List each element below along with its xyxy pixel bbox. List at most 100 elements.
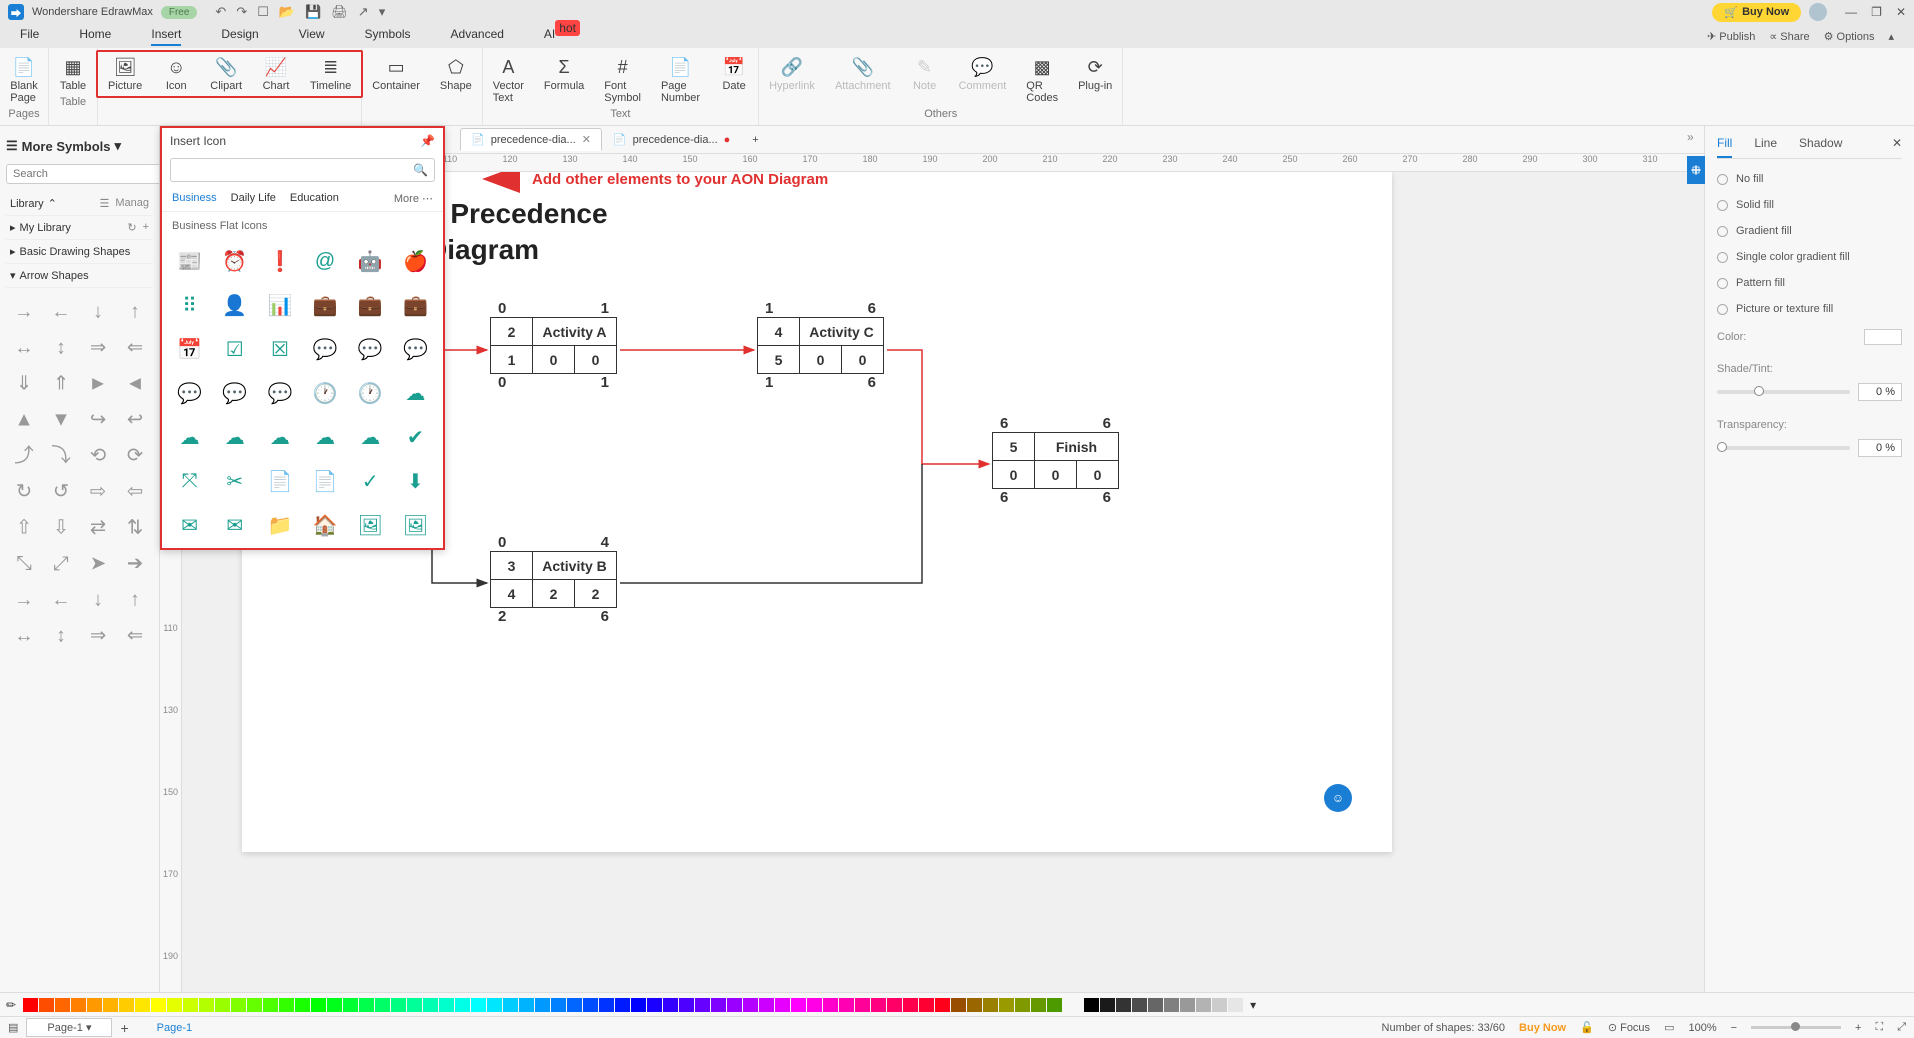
- close-icon[interactable]: ✕: [1896, 5, 1906, 19]
- menu-view[interactable]: View: [299, 27, 325, 46]
- zoom-in-icon[interactable]: +: [1855, 1022, 1861, 1034]
- font-button[interactable]: #FontSymbol: [594, 52, 651, 108]
- color-swatch[interactable]: [1015, 998, 1030, 1012]
- export-icon[interactable]: ↗: [358, 4, 369, 20]
- add-page-button[interactable]: +: [120, 1020, 128, 1036]
- arrow-shape-18[interactable]: ⟲: [81, 438, 116, 472]
- business-icon-12[interactable]: 📅: [168, 328, 211, 370]
- fill-option-single-color-gradient-fill[interactable]: Single color gradient fill: [1717, 251, 1902, 263]
- business-icon-17[interactable]: 💬: [394, 328, 437, 370]
- color-swatch[interactable]: [1864, 329, 1902, 345]
- user-avatar[interactable]: [1809, 3, 1827, 21]
- color-swatch[interactable]: [151, 998, 166, 1012]
- arrow-shape-29[interactable]: ⤢: [43, 546, 78, 580]
- icon-tab-daily-life[interactable]: Daily Life: [231, 192, 276, 205]
- clipart-button[interactable]: 📎Clipart: [200, 52, 252, 96]
- color-swatch[interactable]: [583, 998, 598, 1012]
- color-swatch[interactable]: [519, 998, 534, 1012]
- color-swatch[interactable]: [103, 998, 118, 1012]
- gray-swatch[interactable]: [1180, 998, 1195, 1012]
- options-button[interactable]: ⚙ Options: [1824, 30, 1875, 43]
- business-icon-37[interactable]: ✉: [213, 504, 256, 546]
- picture-button[interactable]: 🖼Picture: [98, 52, 152, 96]
- color-swatch[interactable]: [839, 998, 854, 1012]
- business-icon-8[interactable]: 📊: [258, 284, 301, 326]
- business-icon-30[interactable]: ⤧: [168, 460, 211, 502]
- arrow-shape-9[interactable]: ⇑: [43, 366, 78, 400]
- business-icon-32[interactable]: 📄: [258, 460, 301, 502]
- color-swatch[interactable]: [55, 998, 70, 1012]
- business-icon-2[interactable]: ❗: [258, 240, 301, 282]
- menu-insert[interactable]: Insert: [151, 27, 181, 46]
- vector-button[interactable]: AVectorText: [483, 52, 534, 108]
- minimize-icon[interactable]: —: [1845, 5, 1857, 19]
- icon-search-input[interactable]: [177, 164, 413, 176]
- color-swatch[interactable]: [759, 998, 774, 1012]
- menu-ai[interactable]: AIhot: [544, 27, 580, 46]
- menu-symbols[interactable]: Symbols: [365, 27, 411, 46]
- zoom-slider[interactable]: [1751, 1026, 1841, 1029]
- gray-swatch[interactable]: [1084, 998, 1099, 1012]
- fill-tab[interactable]: Fill: [1717, 136, 1732, 158]
- more-colors-icon[interactable]: ▾: [1250, 998, 1256, 1012]
- business-icon-26[interactable]: ☁: [258, 416, 301, 458]
- color-swatch[interactable]: [727, 998, 742, 1012]
- business-icon-24[interactable]: ☁: [168, 416, 211, 458]
- color-swatch[interactable]: [1047, 998, 1062, 1012]
- fill-option-solid-fill[interactable]: Solid fill: [1717, 199, 1902, 211]
- shape-button[interactable]: ⬠Shape: [430, 52, 482, 96]
- arrow-shape-35[interactable]: ↑: [118, 582, 153, 616]
- new-window-icon[interactable]: ☐: [257, 4, 269, 20]
- business-icon-21[interactable]: 🕐: [304, 372, 347, 414]
- basic-shapes-section[interactable]: Basic Drawing Shapes: [20, 246, 131, 258]
- search-icon[interactable]: 🔍: [413, 163, 428, 177]
- business-icon-16[interactable]: 💬: [349, 328, 392, 370]
- collapse-panel-icon[interactable]: »: [1687, 130, 1694, 144]
- shadow-tab[interactable]: Shadow: [1799, 136, 1842, 158]
- arrow-shape-15[interactable]: ↩: [118, 402, 153, 436]
- color-swatch[interactable]: [487, 998, 502, 1012]
- hyperlink-button[interactable]: 🔗Hyperlink: [759, 52, 825, 108]
- business-icon-28[interactable]: ☁: [349, 416, 392, 458]
- arrow-shape-0[interactable]: →: [6, 294, 41, 328]
- arrow-shape-27[interactable]: ⇅: [118, 510, 153, 544]
- business-icon-31[interactable]: ✂: [213, 460, 256, 502]
- business-icon-6[interactable]: ⠿: [168, 284, 211, 326]
- gray-swatch[interactable]: [1196, 998, 1211, 1012]
- business-icon-0[interactable]: 📰: [168, 240, 211, 282]
- fill-option-picture-or-texture-fill[interactable]: Picture or texture fill: [1717, 303, 1902, 315]
- share-button[interactable]: ∝ Share: [1769, 30, 1809, 43]
- color-swatch[interactable]: [167, 998, 182, 1012]
- icon-tab-education[interactable]: Education: [290, 192, 339, 205]
- color-swatch[interactable]: [711, 998, 726, 1012]
- buy-now-button[interactable]: 🛒 Buy Now: [1712, 3, 1801, 22]
- eyedropper-icon[interactable]: ✏: [6, 998, 16, 1012]
- color-swatch[interactable]: [375, 998, 390, 1012]
- color-swatch[interactable]: [951, 998, 966, 1012]
- color-swatch[interactable]: [247, 998, 262, 1012]
- publish-button[interactable]: ✈ Publish: [1707, 30, 1755, 43]
- color-swatch[interactable]: [327, 998, 342, 1012]
- arrow-shape-10[interactable]: ►: [81, 366, 116, 400]
- arrow-shape-4[interactable]: ↔: [6, 330, 41, 364]
- page-tab-1[interactable]: Page-1: [137, 1020, 212, 1036]
- timeline-button[interactable]: ≣Timeline: [300, 52, 361, 96]
- close-panel-icon[interactable]: ✕: [1892, 136, 1902, 158]
- color-swatch[interactable]: [775, 998, 790, 1012]
- business-icon-36[interactable]: ✉: [168, 504, 211, 546]
- plug-in-button[interactable]: ⟳Plug-in: [1068, 52, 1122, 108]
- color-swatch[interactable]: [903, 998, 918, 1012]
- table-button[interactable]: ▦Table: [49, 52, 97, 96]
- arrow-shape-1[interactable]: ←: [43, 294, 78, 328]
- color-swatch[interactable]: [967, 998, 982, 1012]
- more-symbols-header[interactable]: ☰ More Symbols ▾: [6, 138, 153, 154]
- fill-option-gradient-fill[interactable]: Gradient fill: [1717, 225, 1902, 237]
- activity-b-node[interactable]: 043Activity B42226: [490, 534, 617, 625]
- color-swatch[interactable]: [471, 998, 486, 1012]
- arrow-shape-12[interactable]: ▲: [6, 402, 41, 436]
- business-icon-41[interactable]: 🖼: [394, 504, 437, 546]
- save-icon[interactable]: 💾: [305, 4, 321, 20]
- gray-swatch[interactable]: [1228, 998, 1243, 1012]
- add-library-icon[interactable]: +: [143, 221, 149, 234]
- transparency-slider[interactable]: [1717, 446, 1850, 450]
